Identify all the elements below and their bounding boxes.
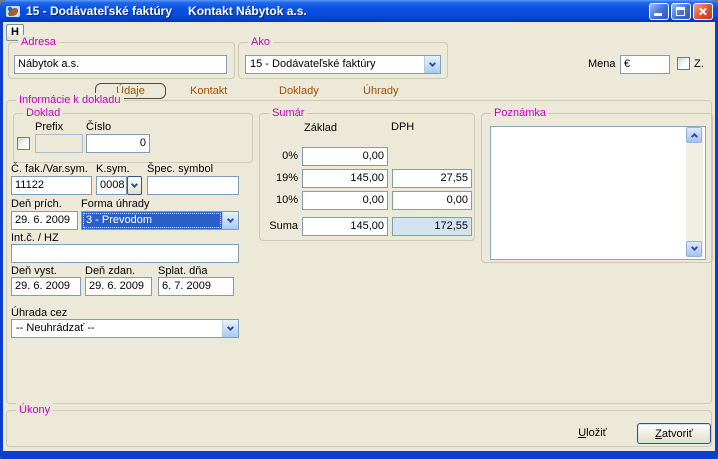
sumar-col-dph: DPH — [391, 121, 414, 134]
sumar-19-zaklad-input[interactable]: 145,00 — [302, 169, 388, 188]
mena-z-checkbox[interactable] — [677, 57, 690, 70]
adresa-group: Adresa Nábytok a.s. — [8, 42, 235, 79]
poznamka-group-label: Poznámka — [491, 106, 549, 121]
ukony-group-label: Úkony — [16, 403, 53, 418]
spec-symbol-input[interactable] — [147, 176, 239, 195]
sumar-col-zaklad: Základ — [304, 122, 337, 135]
ulozit-rest: ložiť — [586, 427, 607, 439]
intc-input[interactable] — [11, 244, 239, 263]
window-title-right: Kontakt Nábytok a.s. — [188, 4, 307, 18]
client-area: H Adresa Nábytok a.s. Ako 15 - Dodávateľ… — [3, 22, 715, 451]
poznamka-scrollbar — [686, 127, 703, 257]
poznamka-group: Poznámka — [481, 113, 713, 263]
ako-select-value: 15 - Dodávateľské faktúry — [246, 56, 424, 73]
prefix-input[interactable] — [35, 134, 83, 153]
zatvorit-rest: atvoriť — [662, 428, 693, 440]
chevron-down-icon — [227, 323, 234, 330]
sumar-row-10-label: 10% — [260, 194, 298, 207]
ulozit-button[interactable]: Uložiť — [565, 427, 620, 439]
ulozit-accel: U — [578, 427, 586, 439]
app-icon — [5, 3, 21, 19]
ksym-dropdown-button[interactable] — [127, 176, 142, 195]
ako-dropdown-button[interactable] — [424, 56, 440, 73]
forma-uhrady-value: 3 - Prevodom — [82, 212, 222, 229]
sumar-suma-zaklad-input[interactable]: 145,00 — [302, 217, 388, 236]
cislo-input[interactable]: 0 — [86, 134, 150, 153]
prefix-label: Prefix — [35, 121, 63, 134]
window-title: 15 - Dodávateľské faktúry Kontakt Nábytok… — [26, 4, 307, 18]
uhrada-cez-value: -- Neuhrádzať -- — [12, 320, 222, 337]
close-button[interactable] — [693, 3, 713, 20]
tab-doklady[interactable]: Doklady — [279, 85, 319, 97]
scroll-up-button[interactable] — [686, 127, 702, 143]
adresa-input[interactable]: Nábytok a.s. — [14, 55, 227, 74]
zatvorit-button[interactable]: Zatvoriť — [637, 423, 711, 444]
sumar-suma-total-input[interactable]: 172,55 — [392, 217, 472, 236]
den-prich-label: Deň prích. — [11, 198, 62, 211]
uhrada-cez-select[interactable]: -- Neuhrádzať -- — [11, 319, 239, 338]
ako-group: Ako 15 - Dodávateľské faktúry — [238, 42, 448, 79]
spec-symbol-label: Špec. symbol — [147, 163, 213, 176]
chevron-down-icon — [690, 244, 697, 251]
forma-uhrady-select[interactable]: 3 - Prevodom — [81, 211, 239, 230]
titlebar[interactable]: 15 - Dodávateľské faktúry Kontakt Nábytok… — [0, 0, 718, 22]
sumar-10-dph-input[interactable]: 0,00 — [392, 191, 472, 210]
chevron-down-icon — [227, 215, 234, 222]
forma-uhrady-label: Forma úhrady — [81, 198, 149, 211]
adresa-group-label: Adresa — [18, 35, 59, 50]
ako-group-label: Ako — [248, 35, 273, 50]
tab-uhrady[interactable]: Úhrady — [363, 85, 398, 97]
sumar-row-suma-label: Suma — [260, 220, 298, 233]
maximize-button[interactable] — [671, 3, 691, 20]
minimize-icon — [654, 13, 662, 16]
den-prich-input[interactable]: 29. 6. 2009 — [11, 211, 78, 230]
forma-uhrady-dropdown-button[interactable] — [222, 212, 238, 229]
ako-select[interactable]: 15 - Dodávateľské faktúry — [245, 55, 441, 74]
doklad-checkbox[interactable] — [17, 137, 30, 150]
doklad-group: Doklad Prefix Číslo 0 — [13, 113, 253, 163]
sumar-row-0-label: 0% — [260, 150, 298, 163]
maximize-icon — [676, 7, 685, 16]
chevron-down-icon — [131, 180, 138, 187]
cfak-input[interactable]: 11122 — [11, 176, 92, 195]
mena-label: Mena — [588, 58, 616, 71]
uhrada-cez-dropdown-button[interactable] — [222, 320, 238, 337]
den-zdan-input[interactable]: 29. 6. 2009 — [85, 277, 152, 296]
cfak-label: Č. fak./Var.sym. — [11, 163, 88, 176]
poznamka-textarea[interactable] — [490, 126, 706, 260]
sumar-group-label: Sumár — [269, 106, 307, 121]
sumar-group: Sumár Základ DPH 0% 0,00 19% 145,00 27,5… — [259, 113, 475, 241]
chevron-up-icon — [690, 133, 697, 140]
den-vyst-input[interactable]: 29. 6. 2009 — [11, 277, 81, 296]
sumar-19-dph-input[interactable]: 27,55 — [392, 169, 472, 188]
window-title-left: 15 - Dodávateľské faktúry — [26, 4, 172, 18]
splat-dna-input[interactable]: 6. 7. 2009 — [158, 277, 234, 296]
chevron-down-icon — [429, 59, 436, 66]
sumar-10-zaklad-input[interactable]: 0,00 — [302, 191, 388, 210]
app-window: 15 - Dodávateľské faktúry Kontakt Nábytok… — [0, 0, 718, 459]
ksym-input[interactable]: 0008 — [96, 176, 127, 195]
mena-z-label: Z. — [694, 58, 704, 71]
sumar-0-zaklad-input[interactable]: 0,00 — [302, 147, 388, 166]
zatvorit-accel: Z — [655, 428, 662, 440]
doklad-group-label: Doklad — [23, 106, 63, 121]
mena-input[interactable]: € — [620, 55, 670, 74]
tab-kontakt[interactable]: Kontakt — [190, 85, 227, 97]
ksym-label: K.sym. — [96, 163, 130, 176]
minimize-button[interactable] — [649, 3, 669, 20]
sumar-row-19-label: 19% — [260, 172, 298, 185]
close-icon — [694, 4, 712, 19]
scroll-down-button[interactable] — [686, 241, 702, 257]
info-group: Informácie k dokladu Doklad Prefix Číslo… — [6, 100, 712, 404]
cislo-label: Číslo — [86, 121, 111, 134]
